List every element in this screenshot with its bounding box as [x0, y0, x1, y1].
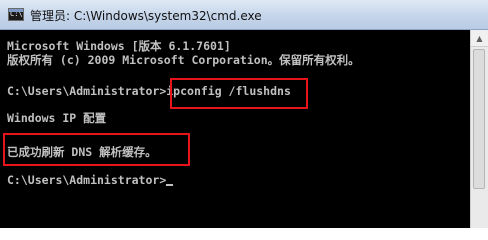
- console-line-command: C:\Users\Administrator>ipconfig /flushdn…: [7, 84, 291, 98]
- prompt-text: C:\Users\Administrator>: [7, 84, 167, 98]
- console-line-copyright: 版权所有 (c) 2009 Microsoft Corporation。保留所有…: [7, 53, 360, 67]
- title-bar[interactable]: C:\ 管理员: C:\Windows\system32\cmd.exe: [0, 0, 488, 30]
- console-line-result: 已成功刷新 DNS 解析缓存。: [7, 145, 157, 159]
- scrollbar-thumb[interactable]: [473, 49, 485, 189]
- console-line-ip-config: Windows IP 配置: [7, 111, 107, 125]
- vertical-scrollbar[interactable]: ▲: [470, 30, 488, 228]
- cmd-console-icon: C:\: [8, 8, 24, 21]
- prompt-text-current: C:\Users\Administrator>: [7, 173, 167, 187]
- console-line-prompt: C:\Users\Administrator>: [7, 173, 174, 187]
- console-output[interactable]: Microsoft Windows [版本 6.1.7601] 版权所有 (c)…: [0, 30, 470, 228]
- cmd-window: C:\ 管理员: C:\Windows\system32\cmd.exe Mic…: [0, 0, 488, 228]
- window-title: 管理员: C:\Windows\system32\cmd.exe: [30, 9, 262, 23]
- scroll-up-arrow-icon[interactable]: ▲: [471, 30, 488, 47]
- command-text: ipconfig /flushdns: [166, 84, 291, 98]
- text-cursor: [166, 184, 174, 186]
- console-line-version: Microsoft Windows [版本 6.1.7601]: [7, 39, 231, 53]
